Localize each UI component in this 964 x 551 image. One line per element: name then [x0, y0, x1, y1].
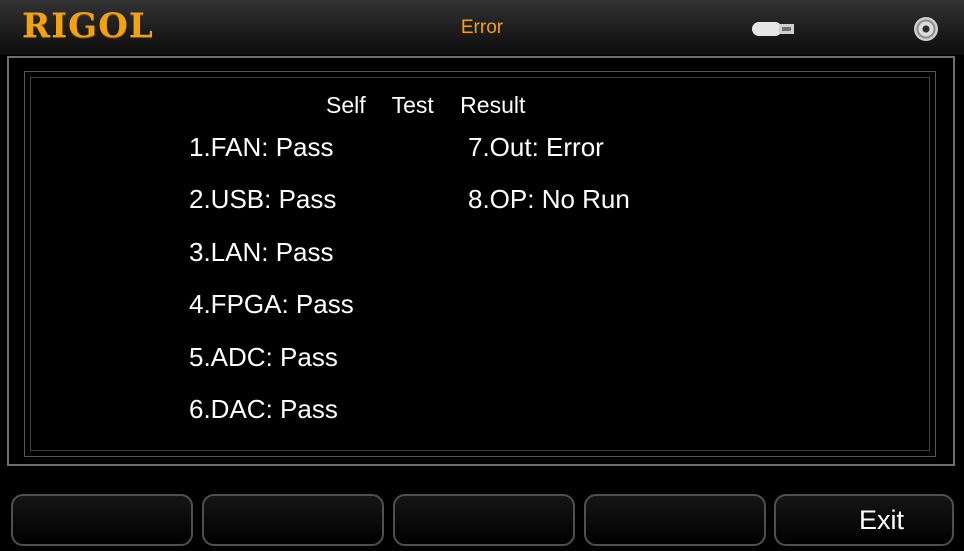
test-result-out: 7.Out: Error [468, 132, 604, 162]
self-test-dialog [24, 71, 936, 457]
speaker-icon[interactable] [914, 17, 938, 41]
test-result-fpga: 4.FPGA: Pass [189, 289, 354, 319]
test-result-usb: 2.USB: Pass [189, 184, 337, 214]
exit-button[interactable]: Exit [774, 494, 954, 546]
usb-icon [752, 22, 794, 36]
softkey-4[interactable] [584, 494, 766, 546]
test-result-adc: 5.ADC: Pass [189, 342, 338, 372]
title-bar: RIGOL Error [0, 0, 964, 55]
test-result-op: 8.OP: No Run [468, 184, 630, 214]
softkey-1[interactable] [11, 494, 193, 546]
softkey-bar: Exit [0, 494, 964, 546]
test-result-fan: 1.FAN: Pass [189, 132, 334, 162]
window-title: Error [460, 17, 504, 38]
softkey-3[interactable] [393, 494, 575, 546]
softkey-2[interactable] [202, 494, 384, 546]
test-result-lan: 3.LAN: Pass [189, 237, 334, 267]
self-test-heading: Self Test Result [326, 92, 526, 118]
test-result-dac: 6.DAC: Pass [189, 394, 338, 424]
